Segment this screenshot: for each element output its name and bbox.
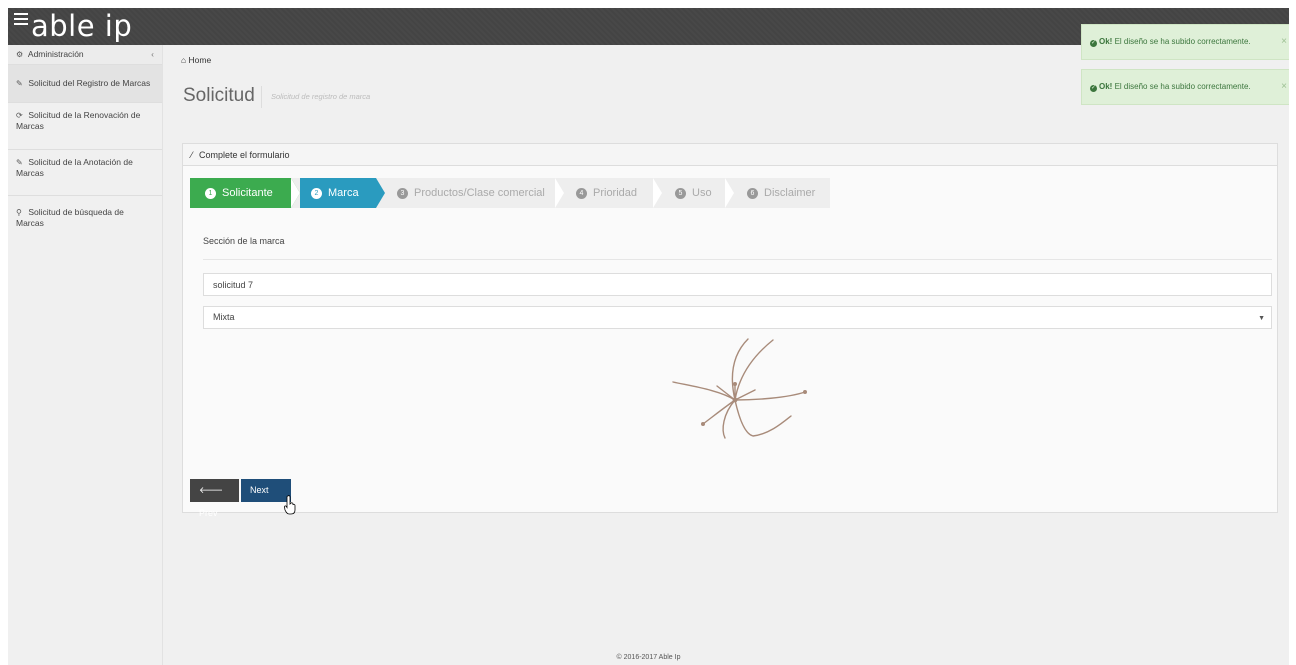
sidebar-item-label: Administración (27, 49, 84, 59)
toast-strong: Ok! (1099, 37, 1113, 46)
step-number: 6 (747, 188, 758, 199)
sidebar-item-label: Solicitud de la Renovación de Marcas (16, 110, 141, 131)
close-icon[interactable]: × (1281, 70, 1287, 104)
sidebar-item-label: Solicitud del Registro de Marcas (28, 78, 151, 88)
close-icon[interactable]: × (1281, 25, 1287, 59)
hand-cursor-icon (284, 495, 296, 515)
step-label: Prioridad (593, 187, 638, 199)
toast-strong: Ok! (1099, 82, 1113, 91)
step-label: Solicitante (222, 187, 273, 199)
step-label: Uso (692, 187, 712, 199)
sidebar-item-administracion[interactable]: ⚙ Administración ‹ (8, 45, 162, 65)
main-content: ⌂ Home Solicitud Solicitud de registro d… (163, 45, 1289, 665)
step-number: 5 (675, 188, 686, 199)
step-arrow (376, 178, 385, 208)
step-number: 2 (311, 188, 322, 199)
toast-message: El diseño se ha subido correctamente. (1112, 82, 1251, 91)
hamburger-menu-icon[interactable] (14, 13, 28, 27)
panel-title: Complete el formulario (199, 150, 290, 160)
step-separator (653, 178, 662, 208)
refresh-icon: ⟳ (16, 111, 23, 120)
sidebar-item-anotacion[interactable]: ✎ Solicitud de la Anotación de Marcas (8, 150, 162, 196)
step-number: 3 (397, 188, 408, 199)
check-circle-icon: ✓ (1090, 40, 1097, 47)
sidebar-item-renovacion[interactable]: ⟳ Solicitud de la Renovación de Marcas (8, 103, 162, 150)
brand-name-input[interactable] (203, 273, 1272, 296)
step-separator (725, 178, 734, 208)
wizard-step-disclaimer[interactable]: 6 Disclaimer (735, 178, 830, 208)
chevron-left-icon[interactable]: ‹ (151, 49, 154, 60)
wizard-step-prioridad[interactable]: 4 Prioridad (565, 178, 653, 208)
step-number: 4 (576, 188, 587, 199)
success-toast: ✓ Ok! El diseño se ha subido correctament… (1081, 69, 1289, 105)
page-title: Solicitud (183, 85, 255, 106)
breadcrumb: ⌂ Home (181, 55, 211, 65)
home-icon: ⌂ (181, 55, 187, 65)
footer: © 2016-2017 Able Ip (616, 654, 681, 661)
wizard-step-marca[interactable]: 2 Marca (300, 178, 376, 208)
uploaded-design-image (672, 338, 807, 439)
next-label: Next (250, 485, 269, 495)
page-subtitle: Solicitud de registro de marca (261, 86, 370, 108)
check-circle-icon: ✓ (1090, 85, 1097, 92)
step-separator (555, 178, 564, 208)
search-icon: ⚲ (16, 208, 22, 217)
step-separator (291, 178, 300, 208)
step-number: 1 (205, 188, 216, 199)
step-label: Disclaimer (764, 187, 816, 199)
brand-type-select[interactable]: Mixta ▼ (203, 306, 1272, 329)
section-divider (203, 259, 1272, 260)
sidebar-item-label: Solicitud de búsqueda de Marcas (16, 207, 124, 228)
caret-down-icon: ▼ (1258, 315, 1265, 322)
toast-message: El diseño se ha subido correctamente. (1112, 37, 1251, 46)
step-label: Marca (328, 187, 359, 199)
magic-wand-icon: ⁄ (191, 150, 193, 160)
app-logo[interactable]: able ip (31, 8, 132, 44)
panel-header: ⁄ Complete el formulario (183, 144, 1277, 166)
sidebar-item-label: Solicitud de la Anotación de Marcas (16, 157, 133, 178)
sidebar-item-busqueda[interactable]: ⚲ Solicitud de búsqueda de Marcas (8, 196, 162, 232)
step-label: Productos/Clase comercial (414, 187, 545, 199)
pencil-icon: ✎ (16, 158, 23, 167)
select-value: Mixta (213, 312, 235, 322)
app-frame: able ip ⚙ Administración ‹ ✎ Solicitud d… (8, 8, 1289, 665)
section-label: Sección de la marca (203, 236, 285, 246)
wizard-step-productos[interactable]: 3 Productos/Clase comercial (385, 178, 555, 208)
sidebar: ⚙ Administración ‹ ✎ Solicitud del Regis… (8, 45, 163, 665)
gears-icon: ⚙ (16, 50, 24, 59)
edit-icon: ✎ (16, 79, 23, 88)
wizard-steps: 1 Solicitante 2 Marca 3 Productos/Clase com… (190, 178, 830, 208)
form-panel: ⁄ Complete el formulario 1 Solicitante 2M… (182, 143, 1278, 518)
success-toast: ✓ Ok! El diseño se ha subido correctament… (1081, 24, 1289, 60)
wizard-step-solicitante[interactable]: 1 Solicitante (190, 178, 291, 208)
sidebar-item-registro[interactable]: ✎ Solicitud del Registro de Marcas (8, 65, 162, 103)
prev-button[interactable]: 🡐 Prev (190, 479, 239, 518)
wizard-step-uso[interactable]: 5 Uso (663, 178, 725, 208)
prev-label: Prev (199, 508, 218, 518)
arrow-left-icon: 🡐 (199, 485, 224, 495)
breadcrumb-home-link[interactable]: Home (189, 55, 212, 65)
